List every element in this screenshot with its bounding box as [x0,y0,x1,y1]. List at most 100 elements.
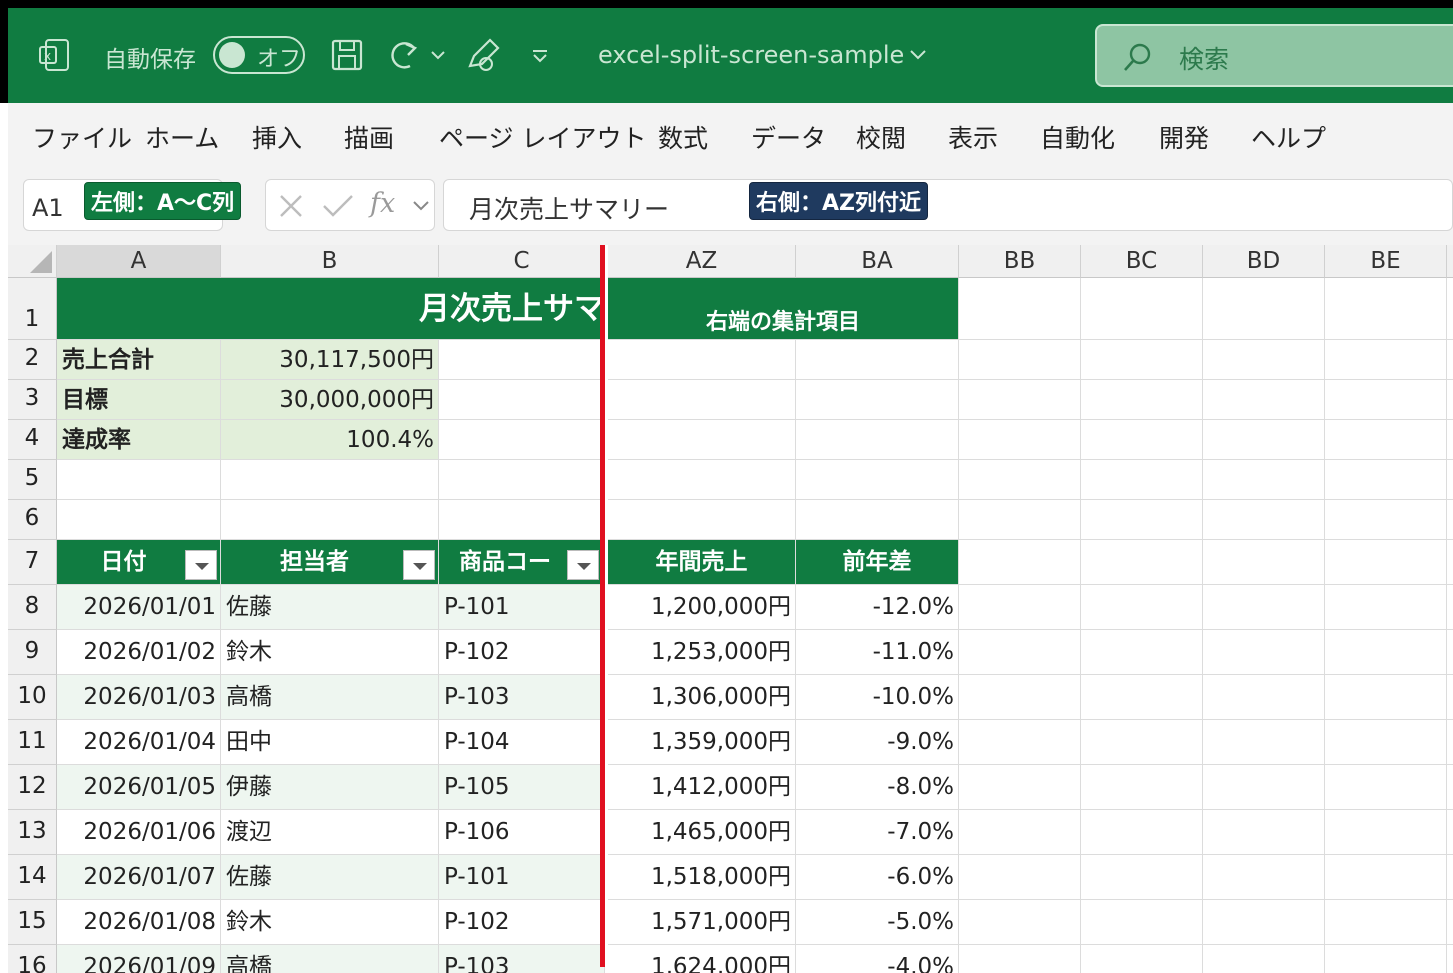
cell[interactable] [1203,460,1325,500]
product-code-cell[interactable]: P-101 [439,855,605,900]
yoy-diff-cell[interactable]: -9.0% [796,720,959,765]
cell[interactable] [1447,500,1453,540]
excel-logo-icon[interactable]: x [38,38,70,72]
cell[interactable] [1325,340,1447,380]
cell[interactable] [1203,945,1325,973]
cell[interactable] [439,420,605,460]
cell[interactable] [1203,500,1325,540]
cell[interactable] [608,460,796,500]
row-header-11[interactable]: 11 [8,720,57,765]
tab-automate[interactable]: 自動化 [1040,119,1115,155]
cell[interactable] [1203,900,1325,945]
cell[interactable] [608,380,796,420]
cell[interactable] [439,380,605,420]
person-cell[interactable]: 渡辺 [221,810,439,855]
product-code-cell[interactable]: P-102 [439,630,605,675]
cell[interactable] [1325,380,1447,420]
cell[interactable] [608,340,796,380]
row-header-12[interactable]: 12 [8,765,57,810]
cell[interactable] [1081,765,1203,810]
row-header-14[interactable]: 14 [8,855,57,900]
annual-sales-cell[interactable]: 1,624,000円 [608,945,796,973]
cell[interactable] [1081,380,1203,420]
date-cell[interactable]: 2026/01/06 [57,810,221,855]
annual-sales-cell[interactable]: 1,200,000円 [608,585,796,630]
cell[interactable] [1081,945,1203,973]
cell[interactable] [1325,810,1447,855]
cell[interactable] [1447,765,1453,810]
cell[interactable] [57,460,221,500]
cell[interactable] [1325,855,1447,900]
cell[interactable] [1447,630,1453,675]
formula-expand-icon[interactable] [412,200,430,212]
row-header-9[interactable]: 9 [8,630,57,675]
kpi-label[interactable]: 目標 [57,380,221,420]
cell[interactable] [1325,675,1447,720]
annual-sales-cell[interactable]: 1,518,000円 [608,855,796,900]
cell[interactable] [959,945,1081,973]
cell[interactable] [1447,855,1453,900]
tab-developer[interactable]: 開発 [1159,119,1209,155]
product-code-cell[interactable]: P-103 [439,945,605,973]
row-header-5[interactable]: 5 [8,460,57,500]
cell[interactable] [1203,585,1325,630]
kpi-value[interactable]: 30,117,500円 [221,340,439,380]
cell[interactable] [1081,420,1203,460]
cell[interactable] [1203,340,1325,380]
person-cell[interactable]: 田中 [221,720,439,765]
cell[interactable] [959,765,1081,810]
row-header-2[interactable]: 2 [8,340,57,380]
cell[interactable] [608,420,796,460]
cell[interactable] [959,540,1081,585]
row-header-15[interactable]: 15 [8,900,57,945]
cell[interactable] [1447,540,1453,585]
cell[interactable] [1447,900,1453,945]
worksheet-grid[interactable]: A B C AZ BA BB BC BD BE 1 2 3 4 5 6 7 8 9 10 11 12 13 14 15 16 月次… [0,245,1453,973]
row-header-8[interactable]: 8 [8,585,57,630]
row-header-4[interactable]: 4 [8,420,57,460]
cell[interactable] [1447,420,1453,460]
filter-dropdown-button[interactable] [403,550,435,580]
cell[interactable] [1081,720,1203,765]
cell[interactable] [1203,675,1325,720]
redo-dropdown-icon[interactable] [430,49,446,61]
cell[interactable] [796,500,959,540]
cell[interactable] [1447,340,1453,380]
person-cell[interactable]: 伊藤 [221,765,439,810]
row-header-13[interactable]: 13 [8,810,57,855]
enter-check-icon[interactable] [322,193,354,219]
yoy-diff-cell[interactable]: -8.0% [796,765,959,810]
cell[interactable] [1325,765,1447,810]
cell[interactable] [1325,540,1447,585]
annual-sales-cell[interactable]: 1,359,000円 [608,720,796,765]
tab-home[interactable]: ホーム [145,119,219,155]
person-cell[interactable]: 佐藤 [221,855,439,900]
cell[interactable] [959,855,1081,900]
product-code-cell[interactable]: P-105 [439,765,605,810]
cell[interactable] [1325,500,1447,540]
tab-page-layout[interactable]: ページ レイアウト [439,119,646,155]
cell[interactable] [57,500,221,540]
product-code-cell[interactable]: P-101 [439,585,605,630]
cell[interactable] [1081,278,1203,340]
cell[interactable] [1325,585,1447,630]
yoy-diff-cell[interactable]: -4.0% [796,945,959,973]
date-cell[interactable]: 2026/01/02 [57,630,221,675]
row-header-16[interactable]: 16 [8,945,57,973]
cell[interactable] [959,460,1081,500]
tab-formulas[interactable]: 数式 [658,119,708,155]
cell[interactable] [1447,810,1453,855]
cell[interactable] [439,460,605,500]
cell[interactable] [959,900,1081,945]
table-header-cell[interactable]: 前年差 [796,540,959,585]
yoy-diff-cell[interactable]: -6.0% [796,855,959,900]
column-header-c[interactable]: C [439,245,605,278]
annual-sales-cell[interactable]: 1,306,000円 [608,675,796,720]
product-code-cell[interactable]: P-103 [439,675,605,720]
cell[interactable] [1081,855,1203,900]
tab-draw[interactable]: 描画 [344,119,394,155]
cell[interactable] [1325,945,1447,973]
cell[interactable] [1203,278,1325,340]
cell[interactable] [1447,945,1453,973]
cell[interactable] [1325,900,1447,945]
